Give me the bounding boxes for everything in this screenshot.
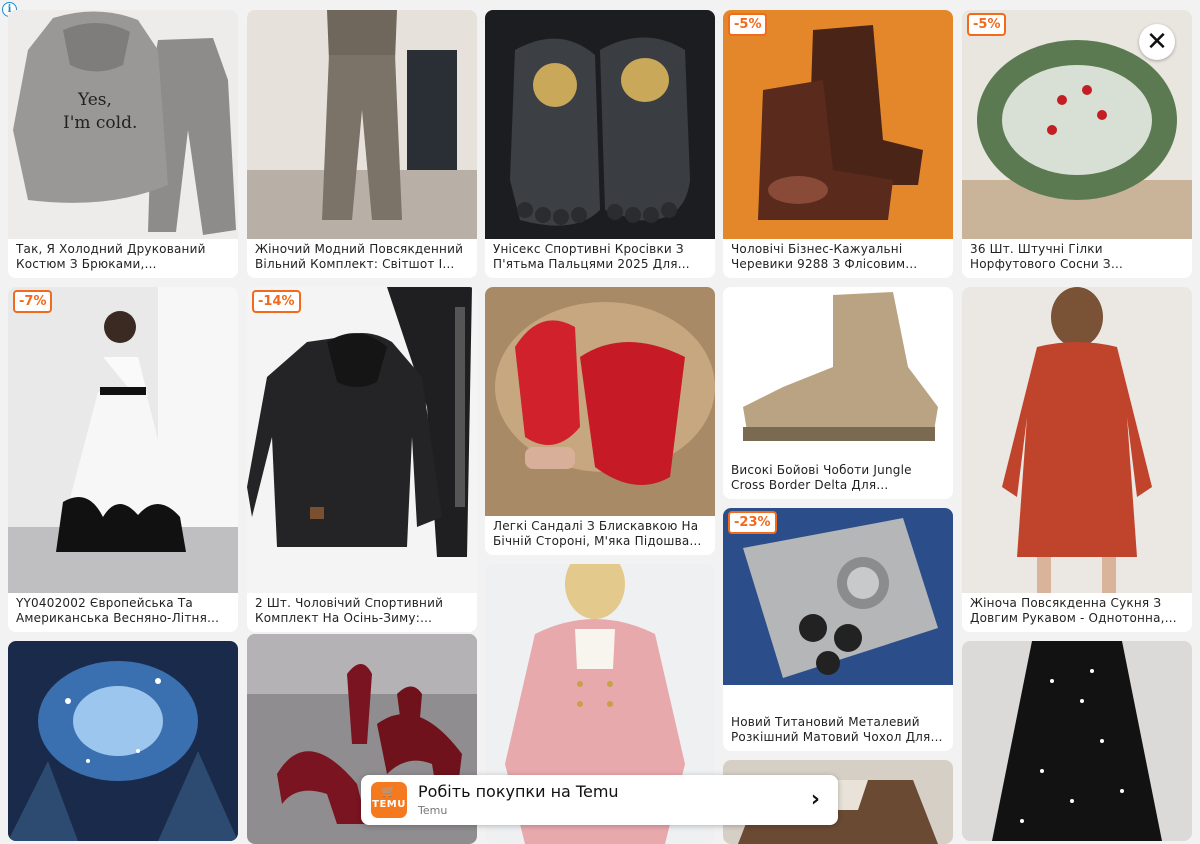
- discount-badge: -5%: [728, 13, 768, 36]
- discount-badge: -14%: [252, 290, 301, 313]
- chevron-right-icon[interactable]: ›: [811, 787, 820, 813]
- product-image-red-sandals: [485, 287, 715, 516]
- banner-subtitle: Temu: [418, 804, 448, 817]
- product-image-grey-fleece-suit: Yes, I'm cold.: [8, 10, 238, 239]
- product-image-crystal-cave: [8, 641, 238, 841]
- product-image-white-black-dress: [8, 287, 238, 593]
- product-title: YY0402002 Європейська Та Американська Ве…: [16, 596, 220, 625]
- product-title: Високі Бойові Чоботи Jungle Cross Border…: [731, 463, 912, 492]
- product-image-brown-leather-boots: [723, 10, 953, 239]
- product-card-tracksuit[interactable]: Жіночий Модний Повсякденний Вільний Комп…: [247, 10, 477, 278]
- product-title: 36 Шт. Штучні Гілки Норфутового Сосни З…: [970, 242, 1124, 271]
- hoodie-print-text-1: Yes,: [77, 90, 112, 110]
- product-image-tan-combat-boots: [723, 287, 953, 459]
- hoodie-print-text-2: I'm cold.: [63, 113, 137, 133]
- product-card-phone-case[interactable]: -23% Новий Титановий Металевий Розкішний…: [723, 508, 953, 751]
- close-icon[interactable]: ✕: [1139, 24, 1175, 60]
- product-image-red-knit-dress: [962, 287, 1192, 593]
- discount-badge: -5%: [967, 13, 1007, 36]
- banner-title: Робіть покупки на Temu: [418, 782, 619, 801]
- product-card-suit[interactable]: Yes, I'm cold. Так, Я Холодний Друковани…: [8, 10, 238, 278]
- product-card-men-boots[interactable]: -5% Чоловічі Бізнес-Кажуальні Черевики 9…: [723, 10, 953, 278]
- product-title: 2 Шт. Чоловічий Спортивний Комплект На О…: [255, 596, 444, 625]
- product-title: Новий Титановий Металевий Розкішний Мато…: [731, 715, 943, 744]
- temu-shop-banner[interactable]: 🛒 TEMU Робіть покупки на Temu Temu ›: [361, 775, 838, 825]
- product-title: Жіночий Модний Повсякденний Вільний Комп…: [255, 242, 464, 271]
- product-card-sparkle-dress[interactable]: [962, 641, 1192, 841]
- discount-badge: -23%: [728, 511, 777, 534]
- product-title: Легкі Сандалі З Блискавкою На Бічній Сто…: [493, 519, 702, 548]
- temu-logo: 🛒 TEMU: [371, 782, 407, 818]
- product-image-titanium-phone-case: [723, 508, 953, 685]
- product-image-five-toe-shoes: [485, 10, 715, 239]
- product-image-black-hoodie-set: [247, 287, 477, 593]
- product-title: Так, Я Холодний Друкований Костюм З Брюк…: [16, 242, 206, 271]
- product-card-toe-shoes[interactable]: Унісекс Спортивні Кросівки З П'ятьма Пал…: [485, 10, 715, 278]
- product-card-dress[interactable]: -7% YY0402002 Європейська Та Американськ…: [8, 287, 238, 632]
- product-card-hoodie-set[interactable]: -14% 2 Шт. Чоловічий Спортивний Комплект…: [247, 287, 477, 632]
- cart-icon: 🛒: [381, 785, 397, 798]
- product-image-black-sparkle-dress: [962, 641, 1192, 841]
- product-card-combat-boots[interactable]: Високі Бойові Чоботи Jungle Cross Border…: [723, 287, 953, 499]
- product-title: Унісекс Спортивні Кросівки З П'ятьма Пал…: [493, 242, 690, 271]
- logo-text: TEMU: [372, 799, 406, 810]
- product-image-brown-tracksuit: [247, 10, 477, 239]
- discount-badge: -7%: [13, 290, 53, 313]
- product-card-red-dress[interactable]: Жіноча Повсякденна Сукня З Довгим Рукаво…: [962, 287, 1192, 632]
- product-title: Чоловічі Бізнес-Кажуальні Черевики 9288 …: [731, 242, 918, 271]
- product-card-fantasy-art[interactable]: [8, 641, 238, 841]
- product-card-sandals[interactable]: Легкі Сандалі З Блискавкою На Бічній Сто…: [485, 287, 715, 555]
- product-title: Жіноча Повсякденна Сукня З Довгим Рукаво…: [970, 596, 1177, 625]
